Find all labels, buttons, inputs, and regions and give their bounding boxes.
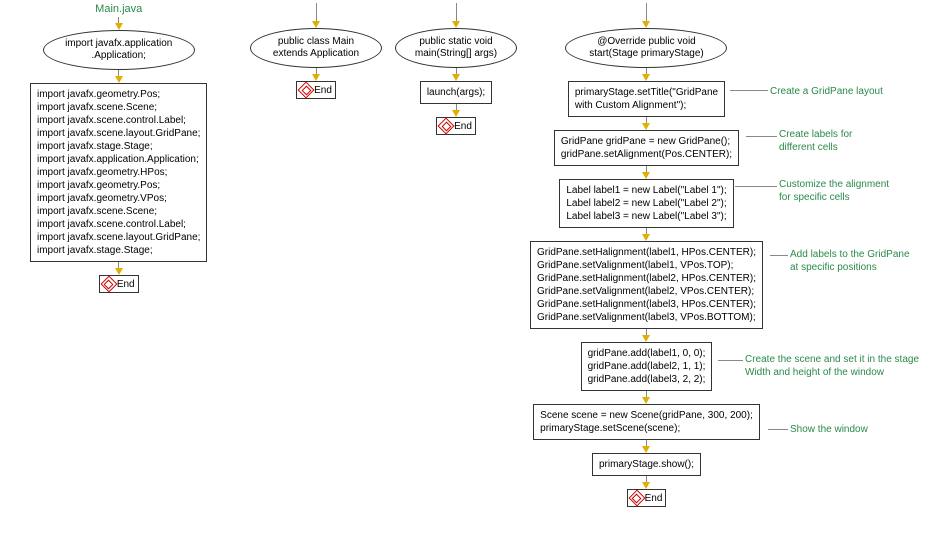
end-label: End <box>454 121 472 132</box>
flow-column-1: Main.java import javafx.application .App… <box>30 3 207 293</box>
annotation-line <box>770 255 788 256</box>
rect-labels: Label label1 = new Label("Label 1"); Lab… <box>559 179 733 228</box>
annotation-gridpane: Create a GridPane layout <box>770 85 883 98</box>
end-node: End <box>296 81 336 99</box>
annotation-line <box>718 360 743 361</box>
ellipse-import: import javafx.application .Application; <box>43 30 195 70</box>
end-diamond-icon <box>440 120 452 132</box>
rect-add: gridPane.add(label1, 0, 0); gridPane.add… <box>581 342 713 391</box>
rect-launch: launch(args); <box>420 81 492 104</box>
end-node: End <box>627 489 667 507</box>
arrow <box>642 3 650 28</box>
end-node: End <box>99 275 139 293</box>
arrow <box>452 104 460 117</box>
flow-column-3: public static void main(String[] args) l… <box>395 3 517 135</box>
ellipse-start: @Override public void start(Stage primar… <box>565 28 727 68</box>
annotation-line <box>746 136 777 137</box>
end-diamond-icon <box>631 492 643 504</box>
annotation-show: Show the window <box>790 423 868 436</box>
arrow <box>642 329 650 342</box>
ellipse-class: public class Main extends Application <box>250 28 382 68</box>
ellipse-main: public static void main(String[] args) <box>395 28 517 68</box>
annotation-line <box>730 90 768 91</box>
arrow <box>452 68 460 81</box>
annotation-line <box>735 186 777 187</box>
annotation-line <box>768 429 788 430</box>
rect-scene: Scene scene = new Scene(gridPane, 300, 2… <box>533 404 760 440</box>
arrow <box>642 391 650 404</box>
annotation-scene: Create the scene and set it in the stage… <box>745 353 919 379</box>
arrow <box>642 68 650 81</box>
file-title: Main.java <box>95 3 142 15</box>
rect-alignment: GridPane.setHalignment(label1, HPos.CENT… <box>530 241 763 329</box>
end-diamond-icon <box>103 278 115 290</box>
rect-gridpane: GridPane gridPane = new GridPane(); grid… <box>554 130 739 166</box>
annotation-alignment: Customize the alignment for specific cel… <box>779 178 889 204</box>
arrow <box>642 228 650 241</box>
arrow <box>115 17 123 30</box>
arrow <box>452 3 460 28</box>
arrow <box>642 440 650 453</box>
annotation-labels: Create labels for different cells <box>779 128 852 154</box>
arrow <box>312 68 320 81</box>
arrow <box>642 476 650 489</box>
arrow <box>642 166 650 179</box>
arrow <box>642 117 650 130</box>
flow-column-4: @Override public void start(Stage primar… <box>530 3 763 507</box>
end-node: End <box>436 117 476 135</box>
annotation-add: Add labels to the GridPane at specific p… <box>790 248 910 274</box>
rect-imports: import javafx.geometry.Pos; import javaf… <box>30 83 207 262</box>
end-label: End <box>645 493 663 504</box>
arrow <box>115 70 123 83</box>
arrow <box>312 3 320 28</box>
end-diamond-icon <box>300 84 312 96</box>
end-label: End <box>314 85 332 96</box>
end-label: End <box>117 279 135 290</box>
rect-settitle: primaryStage.setTitle("GridPane with Cus… <box>568 81 725 117</box>
rect-show: primaryStage.show(); <box>592 453 701 476</box>
arrow <box>115 262 123 275</box>
flow-column-2: public class Main extends Application En… <box>250 3 382 99</box>
